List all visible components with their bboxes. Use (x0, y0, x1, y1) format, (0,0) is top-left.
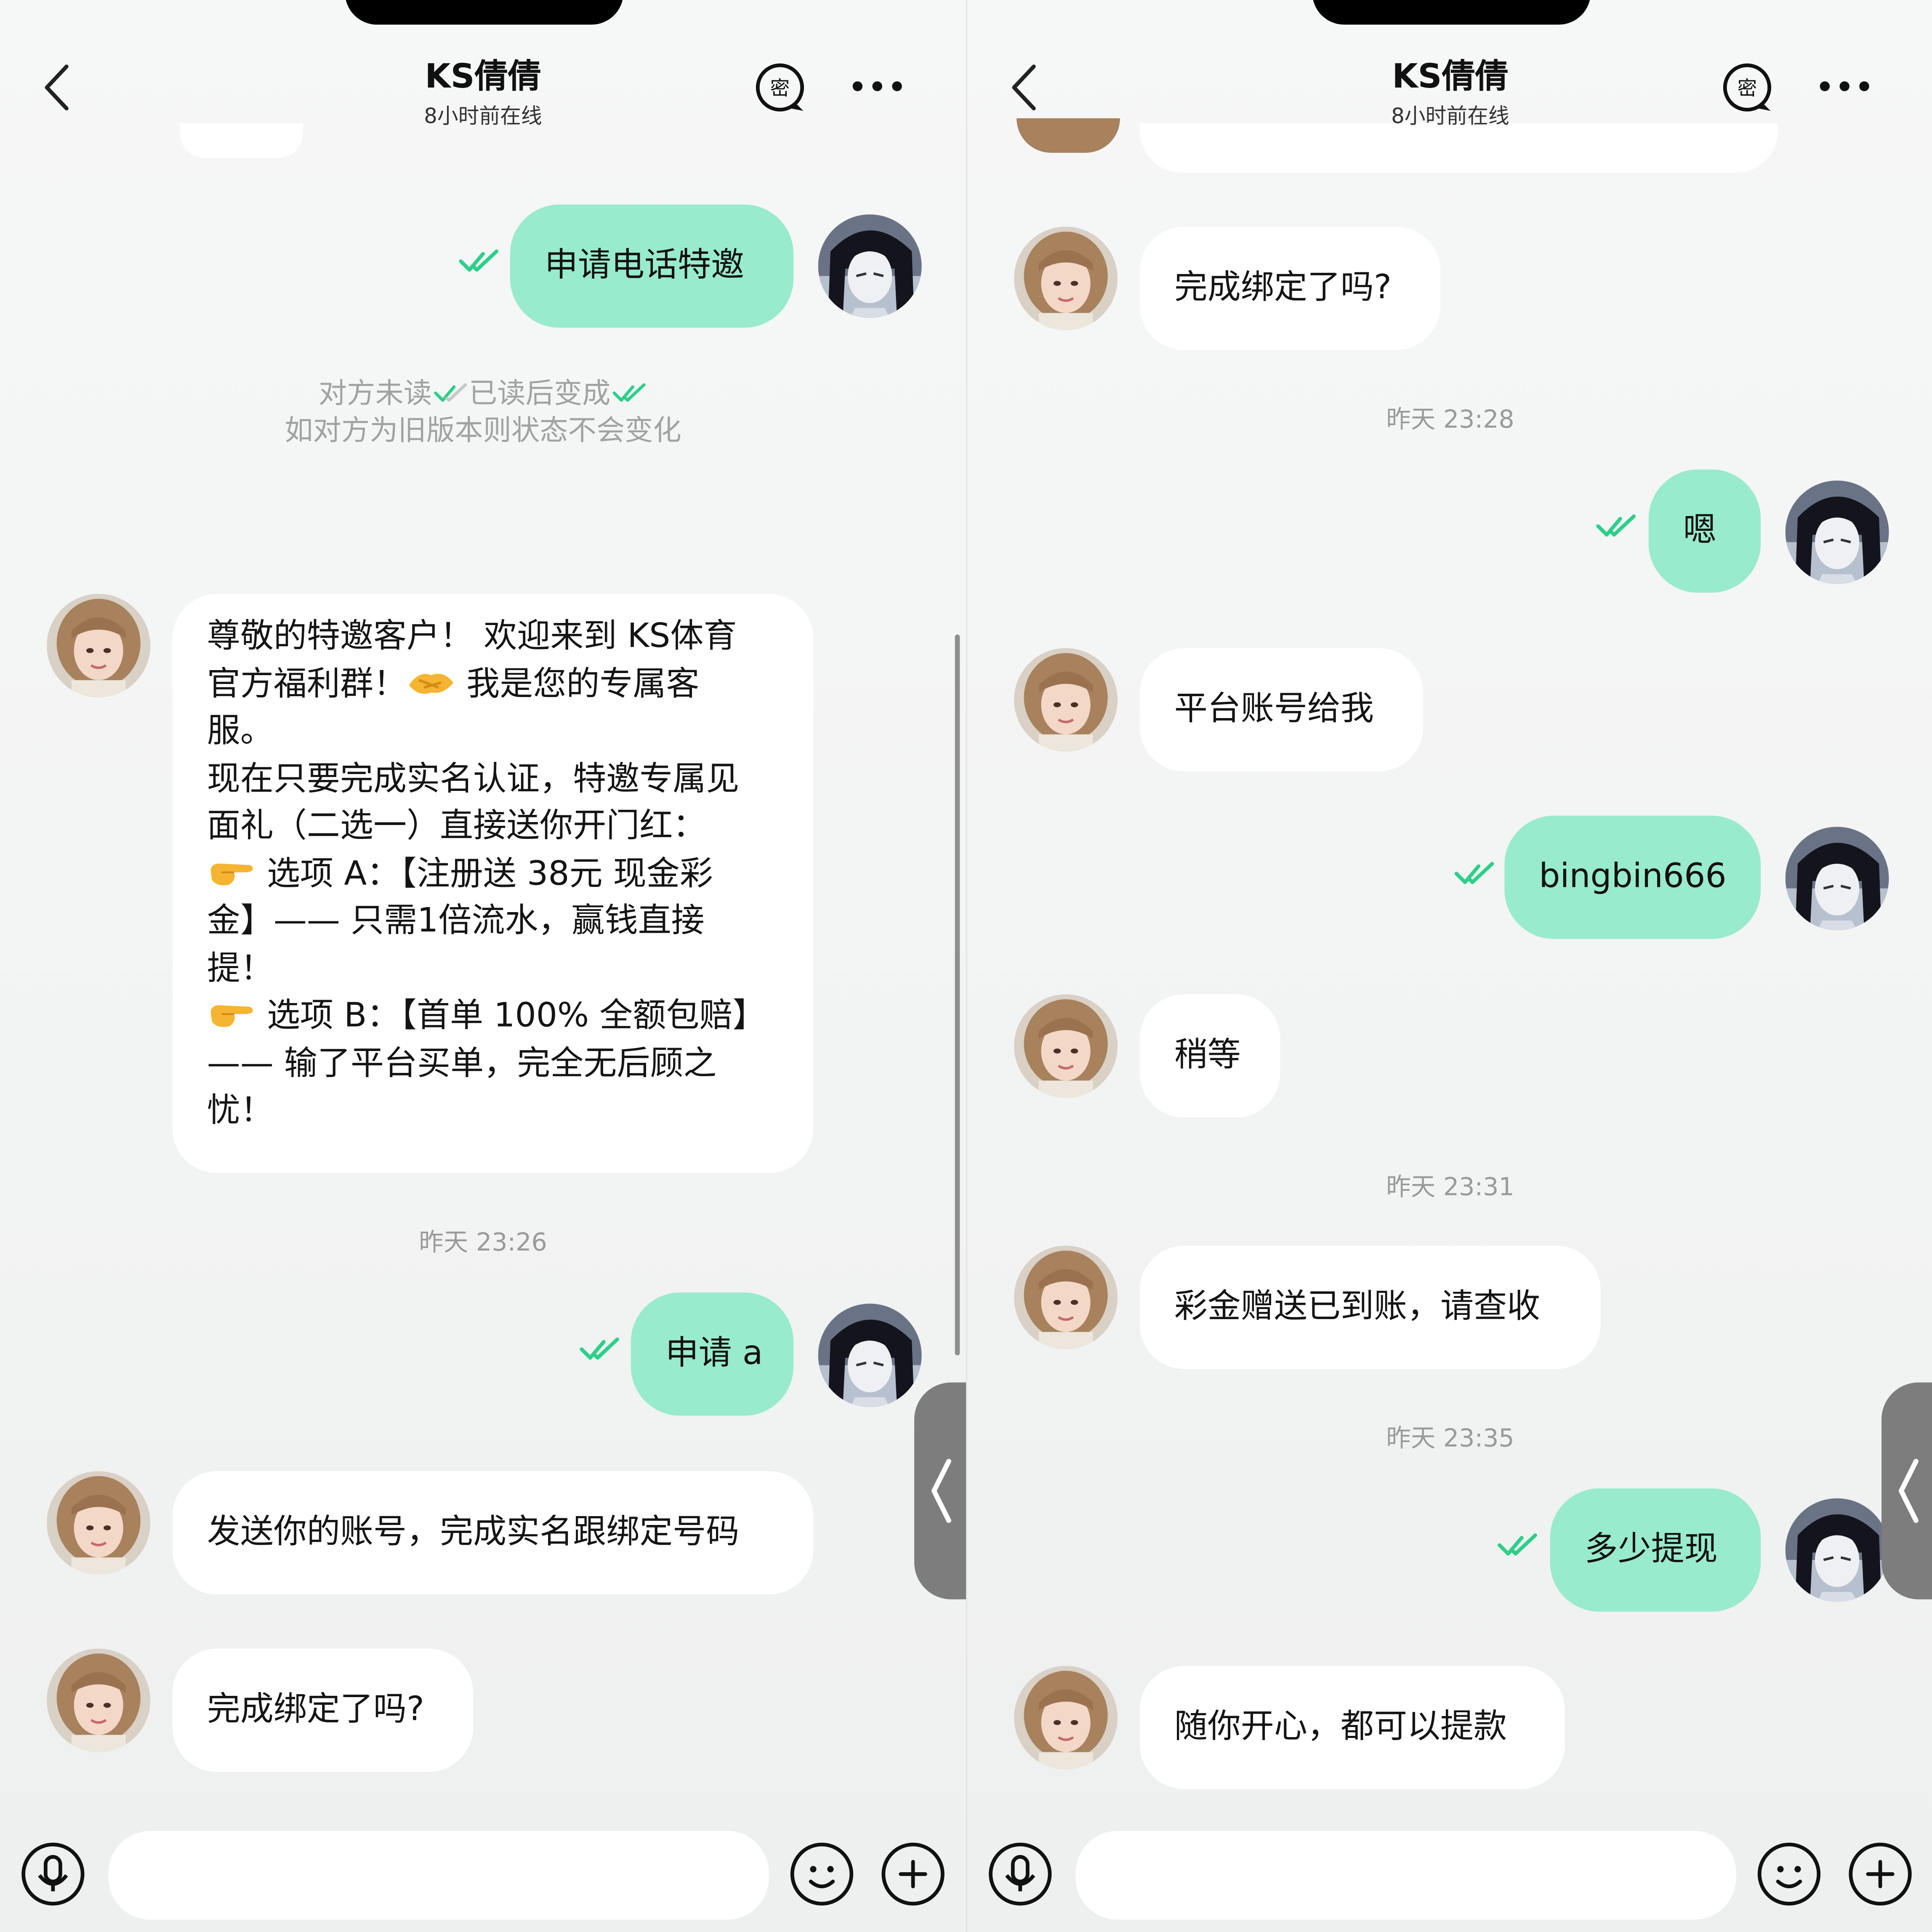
online-status: 8小时前在线 (424, 104, 542, 130)
svg-text:密: 密 (1737, 77, 1757, 100)
read-check-icon (1596, 511, 1638, 541)
plus-icon[interactable] (1847, 1841, 1913, 1907)
smile-icon[interactable] (1756, 1841, 1822, 1907)
mi-lock-icon[interactable]: 密 (754, 61, 809, 116)
welcome-line: 服。 (207, 712, 274, 750)
welcome-message-bubble[interactable]: 尊敬的特邀客户！ 欢迎来到 KS体育 官方福利群！ 我是您的专属客 服。 现在只… (172, 593, 814, 1173)
contact-avatar[interactable] (1014, 1246, 1118, 1349)
read-check-icon (579, 1334, 621, 1364)
hint-text-old-version: 如对方为旧版本则状态不会变化 (285, 415, 681, 447)
timestamp: 昨天 23:31 (1386, 1171, 1514, 1202)
read-check-icon (1497, 1530, 1539, 1560)
chat-header: KS倩倩 8小时前在线 密 (967, 0, 1932, 142)
welcome-line: 选项 A：【注册送 38元 现金彩 (207, 851, 779, 898)
message-bubble-in[interactable]: 完成绑定了吗? (1139, 226, 1441, 350)
message-input[interactable] (108, 1831, 769, 1920)
message-input-bar (967, 1814, 1932, 1932)
side-drawer-tab[interactable] (914, 1382, 966, 1599)
right-chat-panel: KS倩倩 8小时前在线 密 完成绑定了吗? 昨天 23:28 嗯 平台账号给我 … (966, 0, 1932, 1932)
welcome-line: —— 输了平台买单，完全无后顾之 (207, 1044, 717, 1083)
microphone-icon[interactable] (987, 1841, 1054, 1907)
message-bubble-out[interactable]: 申请 a (631, 1292, 794, 1416)
plus-icon[interactable] (880, 1841, 946, 1907)
message-bubble-out[interactable]: 申请电话特邀 (510, 204, 794, 328)
user-avatar[interactable] (1786, 827, 1889, 930)
left-chat-panel: KS倩倩 8小时前在线 密 申请电话特邀 对方未读 已读后变成 如对方为旧版本则状… (0, 0, 966, 1932)
more-dots-icon[interactable] (850, 69, 905, 104)
timestamp: 昨天 23:26 (419, 1227, 547, 1257)
contact-avatar[interactable] (1014, 994, 1118, 1098)
user-avatar[interactable] (1786, 481, 1889, 584)
read-check-icon (1454, 859, 1496, 888)
timestamp: 昨天 23:35 (1386, 1423, 1514, 1453)
read-check-icon (610, 381, 647, 406)
message-bubble-out[interactable]: bingbin666 (1504, 815, 1761, 939)
contact-avatar[interactable] (47, 1649, 150, 1752)
user-avatar[interactable] (818, 1304, 922, 1407)
message-input-bar (0, 1814, 966, 1932)
message-bubble-in[interactable]: 随你开心，都可以提款 (1139, 1666, 1565, 1789)
scrollbar[interactable] (955, 634, 960, 1356)
timestamp: 昨天 23:28 (1386, 404, 1514, 434)
message-bubble-in[interactable]: 平台账号给我 (1139, 648, 1424, 772)
contact-name[interactable]: KS倩倩 (0, 49, 966, 97)
chat-header: KS倩倩 8小时前在线 密 (0, 0, 966, 142)
read-check-icon (458, 246, 500, 276)
read-status-hint: 对方未读 已读后变成 如对方为旧版本则状态不会变化 (0, 376, 966, 450)
message-bubble-in[interactable]: 发送你的账号，完成实名跟绑定号码 (172, 1471, 814, 1594)
welcome-line: 提！ (207, 949, 274, 988)
message-bubble-out[interactable]: 嗯 (1648, 469, 1761, 593)
contact-avatar[interactable] (1014, 227, 1118, 330)
contact-avatar[interactable] (47, 1471, 150, 1575)
welcome-line: 尊敬的特邀客户！ 欢迎来到 KS体育 (207, 617, 737, 656)
welcome-line: 选项 B：【首单 100% 全额包赔】 (207, 993, 779, 1041)
welcome-line: 官方福利群！ 我是您的专属客 (207, 665, 700, 703)
message-bubble-in[interactable]: 稍等 (1139, 994, 1280, 1118)
more-dots-icon[interactable] (1818, 69, 1872, 104)
side-drawer-tab[interactable] (1881, 1382, 1932, 1599)
user-avatar[interactable] (818, 214, 922, 318)
mi-lock-icon[interactable]: 密 (1721, 61, 1775, 116)
welcome-line: 金】—— 只需1倍流水，赢钱直接 (207, 902, 705, 940)
unread-check-icon (432, 381, 469, 406)
pointing-right-emoji (207, 854, 256, 889)
hint-text-read: 已读后变成 (468, 378, 611, 410)
chevron-left-icon (931, 1458, 951, 1523)
online-status: 8小时前在线 (1391, 104, 1509, 130)
contact-avatar[interactable] (47, 594, 150, 697)
chevron-left-icon (1898, 1458, 1919, 1523)
message-bubble-in[interactable]: 彩金赠送已到账，请查收 (1139, 1245, 1601, 1369)
smile-icon[interactable] (788, 1841, 855, 1907)
pointing-right-emoji (207, 997, 256, 1031)
welcome-line: 面礼（二选一）直接送你开门红： (207, 807, 706, 846)
hint-text-unread: 对方未读 (318, 378, 432, 410)
message-bubble-in[interactable]: 完成绑定了吗? (172, 1648, 474, 1772)
contact-avatar[interactable] (1014, 648, 1118, 752)
contact-name[interactable]: KS倩倩 (967, 49, 1932, 97)
message-bubble-out[interactable]: 多少提现 (1550, 1488, 1761, 1612)
microphone-icon[interactable] (20, 1841, 86, 1907)
svg-text:密: 密 (770, 77, 790, 100)
contact-avatar[interactable] (1014, 1666, 1118, 1770)
message-input[interactable] (1075, 1831, 1736, 1920)
user-avatar[interactable] (1786, 1498, 1889, 1602)
handshake-emoji (407, 665, 456, 699)
welcome-line: 忧！ (207, 1091, 274, 1130)
welcome-line: 现在只要完成实名认证，特邀专属见 (207, 759, 740, 798)
